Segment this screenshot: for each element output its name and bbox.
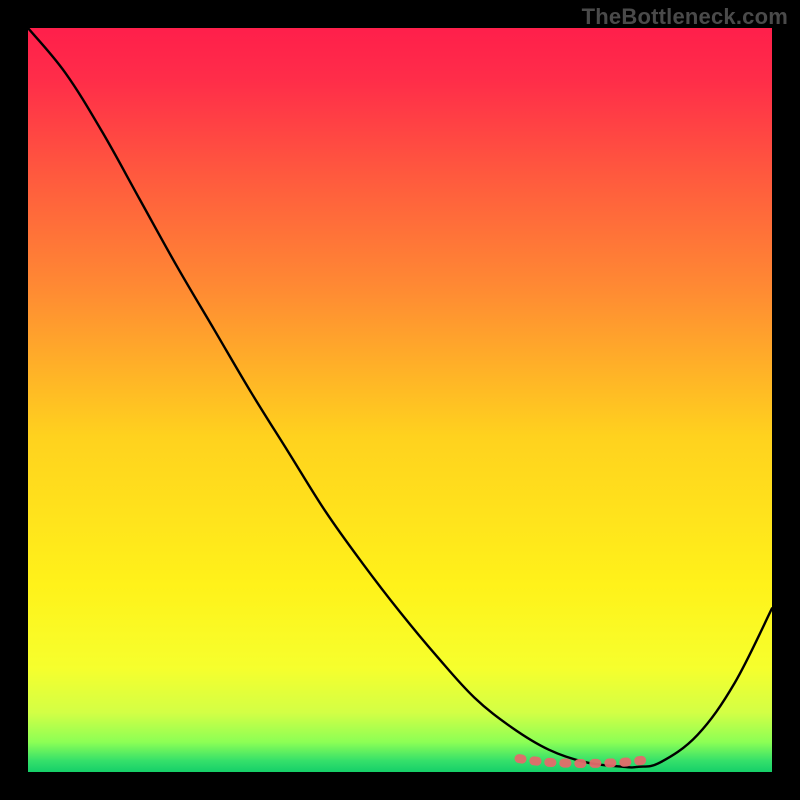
plot-area xyxy=(28,28,772,772)
watermark-label: TheBottleneck.com xyxy=(582,4,788,30)
gradient-background xyxy=(28,28,772,772)
chart-frame: TheBottleneck.com xyxy=(0,0,800,800)
chart-svg xyxy=(28,28,772,772)
